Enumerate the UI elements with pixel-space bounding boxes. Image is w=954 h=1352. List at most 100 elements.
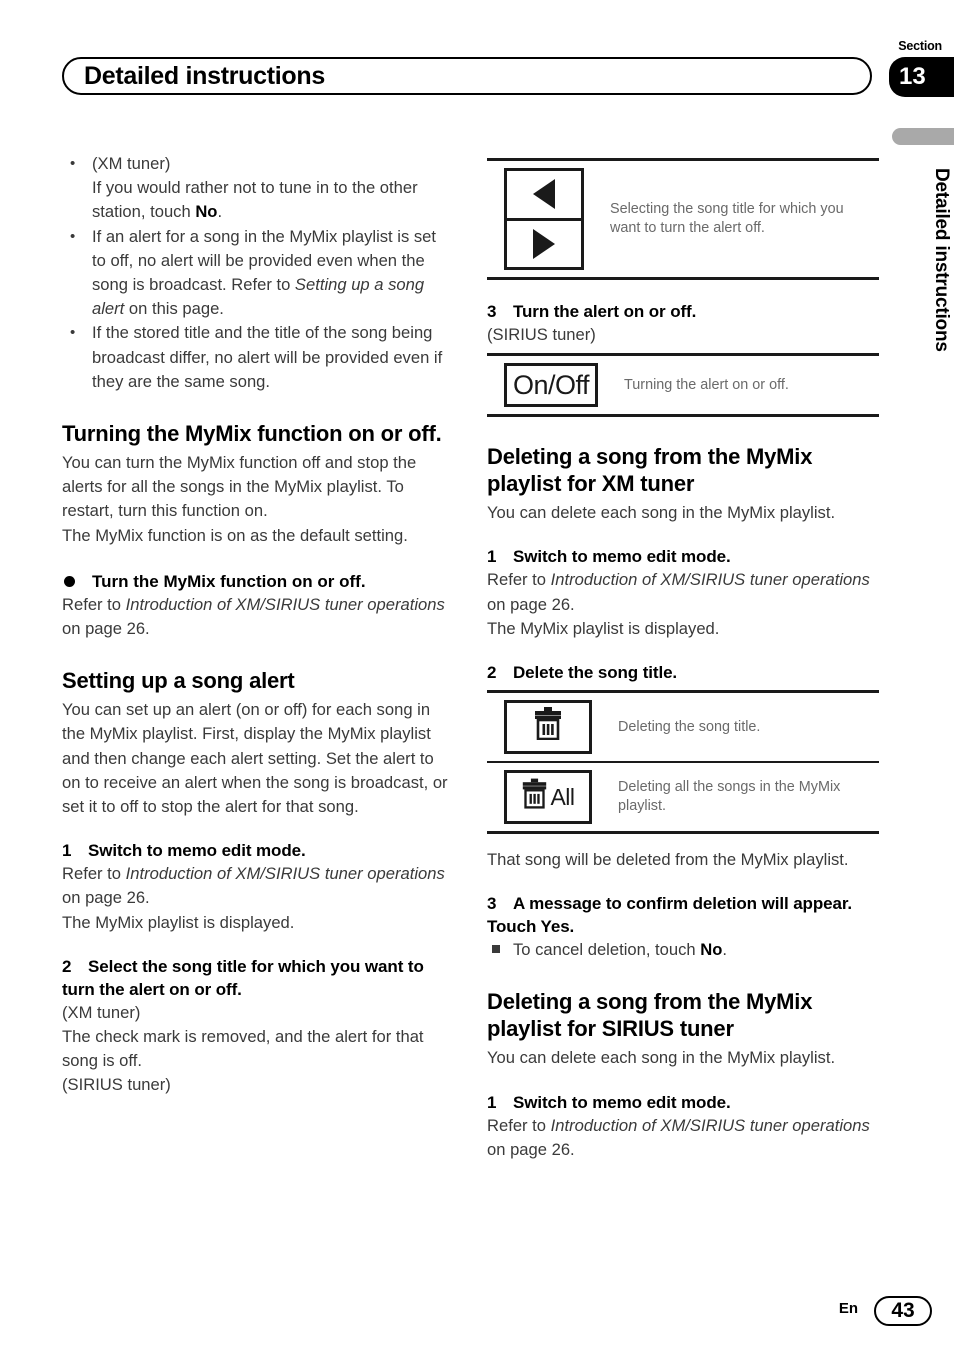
refer-suffix: on page 26. [62, 619, 150, 639]
figure-arrow-keys: Selecting the song title for which you w… [487, 158, 879, 280]
list-item: To cancel deletion, touch No. [487, 938, 879, 962]
right-triangle-icon [533, 228, 555, 259]
delete-result: That song will be deleted from the MyMix… [487, 850, 849, 870]
step-title: Switch to memo edit mode. [513, 1092, 731, 1112]
figure-onoff-key: On/Off Turning the alert on or off. [487, 353, 879, 418]
figure-caption: Turning the alert on or off. [624, 376, 789, 393]
trash-all-group: All [521, 777, 575, 816]
left-column: • (XM tuner) If you would rather not to … [62, 152, 454, 1098]
step-number: 2 [62, 956, 72, 976]
figure-caption: Deleting the song title. [618, 718, 761, 735]
section-body: You can delete each song in the MyMix pl… [487, 503, 836, 523]
right-arrow-key[interactable] [507, 217, 581, 268]
side-tab-marker [892, 128, 954, 145]
trash-all-icon [521, 777, 548, 816]
step-title: Turn the alert on or off. [513, 302, 697, 321]
side-running-head: Detailed instructions [931, 168, 952, 352]
refer-line: Refer to Introduction of XM/SIRIUS tuner… [487, 568, 879, 616]
page-title: Detailed instructions [84, 62, 325, 90]
section-label: Section [898, 39, 942, 53]
step-number: 1 [62, 841, 72, 861]
note-suffix: . [722, 940, 728, 960]
left-arrow-key[interactable] [507, 171, 581, 218]
step-number: 3 [487, 894, 497, 914]
refer-italic: Introduction of XM/SIRIUS tuner operatio… [125, 864, 445, 884]
tuner-label-sirius: (SIRIUS tuner) [62, 1075, 171, 1095]
left-triangle-icon [533, 179, 555, 210]
note-text-tail: on this page. [124, 299, 224, 319]
note-prefix: To cancel deletion, touch [513, 940, 701, 960]
table-row: Selecting the song title for which you w… [487, 161, 879, 277]
action-bullet-text: Turn the MyMix function on or off. [92, 571, 366, 591]
note-bold-no: No [700, 940, 723, 960]
refer-line: Refer to Introduction of XM/SIRIUS tuner… [62, 593, 454, 641]
step-number: 2 [487, 663, 497, 683]
section-heading-song-alert: Setting up a song alert [62, 668, 295, 694]
table-row: Deleting the song title. [487, 693, 879, 761]
footer-language: En [838, 1300, 858, 1317]
figure-caption: Deleting all the songs in the MyMix play… [618, 779, 841, 815]
section-heading-delete-xm: Deleting a song from the MyMix playlist … [487, 444, 813, 497]
refer-line: Refer to Introduction of XM/SIRIUS tuner… [62, 862, 454, 910]
onoff-key-label: On/Off [513, 370, 590, 401]
step-result: The MyMix playlist is displayed. [487, 618, 720, 638]
section-body: You can delete each song in the MyMix pl… [487, 1048, 836, 1068]
step-title: Switch to memo edit mode. [88, 841, 306, 861]
step-title: Switch to memo edit mode. [513, 547, 731, 567]
note-tuner-label: (XM tuner) [92, 154, 171, 173]
step-title: A message to confirm deletion will appea… [487, 894, 853, 937]
step-heading: 3A message to confirm deletion will appe… [487, 892, 879, 938]
page-footer: En 43 [0, 1282, 954, 1352]
refer-suffix: on page 26. [487, 594, 575, 614]
step-number: 1 [487, 1092, 497, 1112]
step-heading: 2 Select the song title for which you wan… [62, 955, 454, 1001]
onoff-key[interactable]: On/Off [504, 363, 599, 408]
note-period: . [217, 202, 223, 222]
step-heading: 1 Switch to memo edit mode. [487, 545, 879, 568]
table-row: On/Off Turning the alert on or off. [487, 356, 879, 414]
right-column: Selecting the song title for which you w… [487, 152, 879, 1162]
step-title: Select the song title for which you want… [62, 956, 424, 999]
list-item: • If an alert for a song in the MyMix pl… [62, 225, 454, 322]
step-number: 3 [487, 302, 497, 321]
refer-prefix: Refer to [62, 594, 126, 614]
step-heading: 3 Turn the alert on or off. [487, 300, 879, 323]
section-body-2: The MyMix function is on as the default … [62, 525, 408, 545]
bullet-dot-icon: • [70, 324, 76, 342]
note-bold-no: No [195, 202, 218, 222]
step-heading: 2 Delete the song title. [487, 661, 879, 684]
list-item: • If the stored title and the title of t… [62, 321, 454, 394]
trash-icon [533, 706, 563, 747]
section-body: You can set up an alert (on or off) for … [62, 700, 448, 817]
section-heading-mymix-onoff: Turning the MyMix function on or off. [62, 421, 442, 447]
step-title: Delete the song title. [513, 663, 678, 683]
cancel-note-list: To cancel deletion, touch No. [487, 938, 879, 962]
bullet-dot-icon: • [70, 227, 76, 245]
refer-italic: Introduction of XM/SIRIUS tuner operatio… [550, 1115, 870, 1135]
note-text: If the stored title and the title of the… [92, 323, 443, 391]
trash-all-label: All [550, 783, 575, 810]
refer-italic: Introduction of XM/SIRIUS tuner operatio… [125, 594, 445, 614]
section-number-badge: 13 [889, 57, 954, 97]
refer-suffix: on page 26. [487, 1139, 575, 1159]
refer-prefix: Refer to [62, 864, 126, 884]
step-result: The check mark is removed, and the alert… [62, 1027, 424, 1071]
tuner-label-sirius: (SIRIUS tuner) [487, 325, 596, 344]
filled-circle-icon [64, 575, 75, 587]
refer-prefix: Refer to [487, 1115, 551, 1135]
list-item: • (XM tuner) If you would rather not to … [62, 152, 454, 225]
trash-all-key[interactable]: All [504, 770, 592, 825]
notes-bullet-list: • (XM tuner) If you would rather not to … [62, 152, 454, 394]
step-heading: 1 Switch to memo edit mode. [487, 1091, 879, 1114]
section-body: You can turn the MyMix function off and … [62, 453, 417, 521]
action-bullet-heading: Turn the MyMix function on or off. [62, 570, 454, 593]
bullet-dot-icon: • [70, 155, 76, 172]
trash-key[interactable] [504, 700, 592, 755]
arrow-key-group [504, 168, 584, 270]
table-row: All Deleting all the songs in the MyMix … [487, 761, 879, 831]
square-bullet-icon [492, 945, 500, 954]
section-heading-delete-sirius: Deleting a song from the MyMix playlist … [487, 989, 813, 1042]
refer-prefix: Refer to [487, 570, 551, 590]
refer-italic: Introduction of XM/SIRIUS tuner operatio… [550, 570, 870, 590]
figure-delete-keys: Deleting the song title. All Deleting al… [487, 690, 879, 835]
